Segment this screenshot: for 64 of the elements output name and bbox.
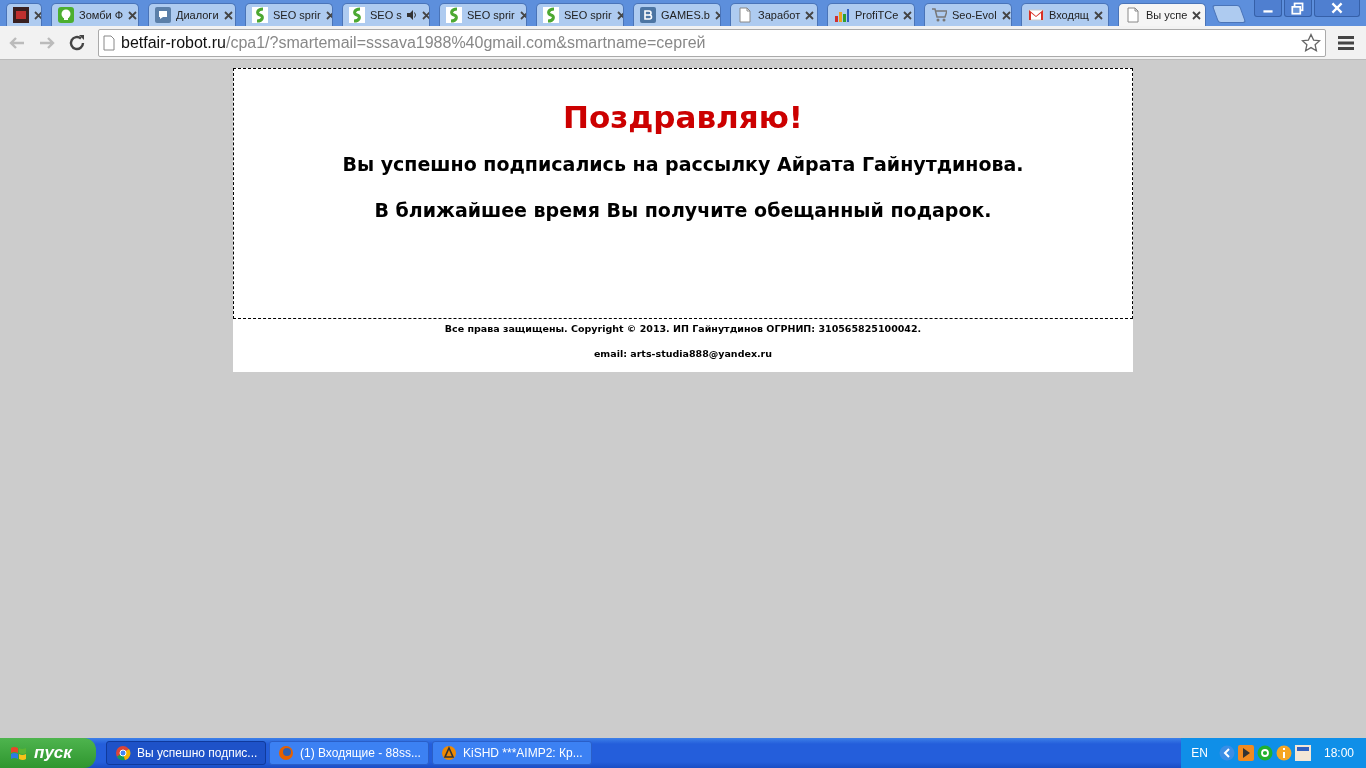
- close-icon[interactable]: [1192, 10, 1202, 20]
- play-icon[interactable]: [1237, 745, 1254, 761]
- chat-icon: [155, 7, 171, 23]
- s-logo-icon: [446, 7, 462, 23]
- email-text: email: arts-studia888@yandex.ru: [592, 348, 774, 359]
- browser-tab[interactable]: Зомби Ф: [51, 3, 139, 26]
- info-icon[interactable]: [1275, 745, 1292, 761]
- close-icon[interactable]: [1001, 10, 1011, 20]
- mail-icon: [1028, 7, 1044, 23]
- close-icon[interactable]: [34, 10, 41, 20]
- windows-logo-icon: [10, 745, 28, 761]
- minimize-icon[interactable]: [1254, 0, 1282, 17]
- maximize-icon[interactable]: [1284, 0, 1312, 17]
- close-icon[interactable]: [616, 10, 623, 20]
- browser-tab[interactable]: SEO sprir: [536, 3, 624, 26]
- reload-icon[interactable]: [68, 33, 86, 52]
- address-bar[interactable]: betfair-robot.ru/cpa1/?smartemail=sssava1988%40gmail.com&smartname=сергей: [98, 28, 1326, 57]
- browser-tab[interactable]: Заработ: [730, 3, 818, 26]
- vk-logo-icon: [640, 7, 656, 23]
- chevron-icon[interactable]: [1218, 745, 1235, 761]
- close-icon[interactable]: [421, 10, 429, 20]
- bar-chart-icon: [834, 7, 850, 23]
- message-text: В ближайшее время Вы получите обещанный подарок.: [373, 199, 993, 221]
- taskbar-button[interactable]: KiSHD ***AIMP2: Кр...: [432, 741, 592, 765]
- copyright-text: Все права защищены. Copyright © 2013. ИП Гайнутдинов ОГРНИП: 310565825100042.: [443, 323, 923, 334]
- close-icon[interactable]: [325, 10, 332, 20]
- browser-tab[interactable]: GAMES.b: [633, 3, 721, 26]
- browser-tab[interactable]: Seo-Evol: [924, 3, 1012, 26]
- document-icon: [1125, 7, 1141, 23]
- close-icon[interactable]: [714, 10, 720, 20]
- s-logo-icon: [543, 7, 559, 23]
- close-icon[interactable]: [805, 10, 815, 20]
- cart-icon: [931, 7, 947, 23]
- menu-icon[interactable]: [1338, 35, 1354, 50]
- firefox-icon: [278, 745, 294, 761]
- star-icon[interactable]: [1301, 32, 1321, 53]
- close-icon[interactable]: [223, 10, 233, 20]
- browser-tab[interactable]: SEO sprir: [439, 3, 527, 26]
- browser-tab[interactable]: Диалоги: [148, 3, 236, 26]
- s-logo-icon: [349, 7, 365, 23]
- document-icon: [737, 7, 753, 23]
- close-icon[interactable]: [519, 10, 526, 20]
- taskbar-button[interactable]: Вы успешно подпис...: [106, 741, 266, 765]
- page-icon: [103, 34, 115, 51]
- close-icon[interactable]: [1314, 0, 1360, 17]
- s-logo-icon: [252, 7, 268, 23]
- browser-tab[interactable]: ProfiTCe: [827, 3, 915, 26]
- browser-tab[interactable]: Входящ: [1021, 3, 1109, 26]
- taskbar-button[interactable]: (1) Входящие - 88ss...: [269, 741, 429, 765]
- browser-tab[interactable]: SEO s: [342, 3, 430, 26]
- clock: 18:00: [1323, 746, 1354, 760]
- message-text: Вы успешно подписались на рассылку Айрата Гайнутдинова.: [341, 153, 1025, 175]
- new-tab-button[interactable]: [1211, 5, 1247, 23]
- close-icon[interactable]: [1093, 10, 1103, 20]
- triangle-logo-icon: [441, 745, 457, 761]
- browser-tab[interactable]: Вы успе: [1118, 3, 1206, 26]
- chrome-icon: [115, 745, 131, 761]
- browser-tab[interactable]: [6, 3, 42, 26]
- browser-tab[interactable]: SEO sprir: [245, 3, 333, 26]
- close-icon[interactable]: [128, 10, 138, 20]
- notepad-icon[interactable]: [1294, 745, 1311, 761]
- url-text: betfair-robot.ru/cpa1/?smartemail=sssava1988%40gmail.com&smartname=сергей: [121, 33, 707, 52]
- close-icon[interactable]: [903, 10, 913, 20]
- heading: Поздравляю!: [562, 99, 804, 135]
